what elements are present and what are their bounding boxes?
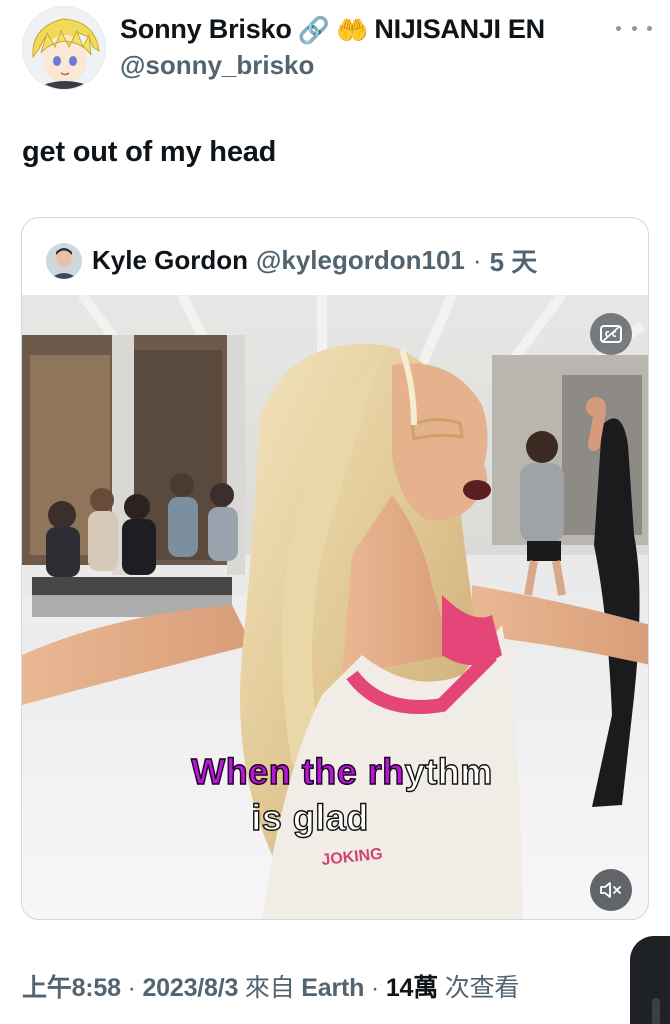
author-handle[interactable]: @sonny_brisko (120, 50, 314, 81)
author-name[interactable]: Sonny Brisko (120, 14, 292, 45)
caption-line-2: is glad (251, 796, 369, 838)
person-avatar-image (46, 242, 82, 279)
quoted-time[interactable]: 5 天 (490, 242, 538, 279)
anime-avatar-image (23, 7, 105, 89)
tweet-meta: 上午8:58 · 2023/8/3 來自 Earth · 14萬 次查看 (22, 968, 519, 1004)
caption-word-rh: rh (367, 750, 405, 792)
tweet-header: Sonny Brisko 🔗 🤲 NIJISANJI EN @sonny_bri… (22, 6, 652, 90)
tweet-time[interactable]: 上午8:58 (22, 974, 121, 1002)
quoted-tweet[interactable]: Kyle Gordon @kylegordon101 · 5 天 JOKING … (21, 217, 649, 920)
meta-separator: · (120, 974, 143, 1002)
video-player[interactable]: JOKING When the rhythm is glad (22, 295, 648, 919)
raised-hands-emoji: 🤲 (336, 14, 369, 45)
views-count: 14萬 (385, 974, 439, 1002)
quoted-author-avatar[interactable] (46, 242, 82, 279)
caption-word-when: When (191, 750, 302, 792)
author-name-row: Sonny Brisko 🔗 🤲 NIJISANJI EN (120, 14, 545, 45)
link-emoji: 🔗 (297, 14, 331, 45)
caption-line-1: When the rhythm (28, 750, 648, 793)
source-prefix: 來自 (238, 974, 302, 1002)
more-horizontal-icon[interactable] (616, 18, 652, 38)
tweet-text: get out of my head (22, 136, 277, 168)
volume-muted-icon[interactable] (590, 869, 632, 911)
author-org: NIJISANJI EN (374, 14, 545, 44)
tweet-source: Earth (301, 974, 365, 1002)
caption-word-ythm: ythm (404, 750, 493, 792)
closed-captions-icon[interactable] (590, 313, 632, 355)
separator-dot: · (472, 245, 482, 275)
meta-separator: · (364, 974, 386, 1002)
quoted-tweet-header: Kyle Gordon @kylegordon101 · 5 天 (46, 242, 537, 279)
caption-word-the: the (301, 750, 368, 792)
quoted-author-name[interactable]: Kyle Gordon (92, 245, 248, 276)
floating-button-partial[interactable] (630, 936, 670, 1024)
quoted-author-handle[interactable]: @kylegordon101 (256, 245, 465, 276)
views-label: 次查看 (438, 974, 520, 1002)
tweet-date[interactable]: 2023/8/3 (142, 974, 238, 1002)
author-avatar[interactable] (22, 6, 106, 90)
